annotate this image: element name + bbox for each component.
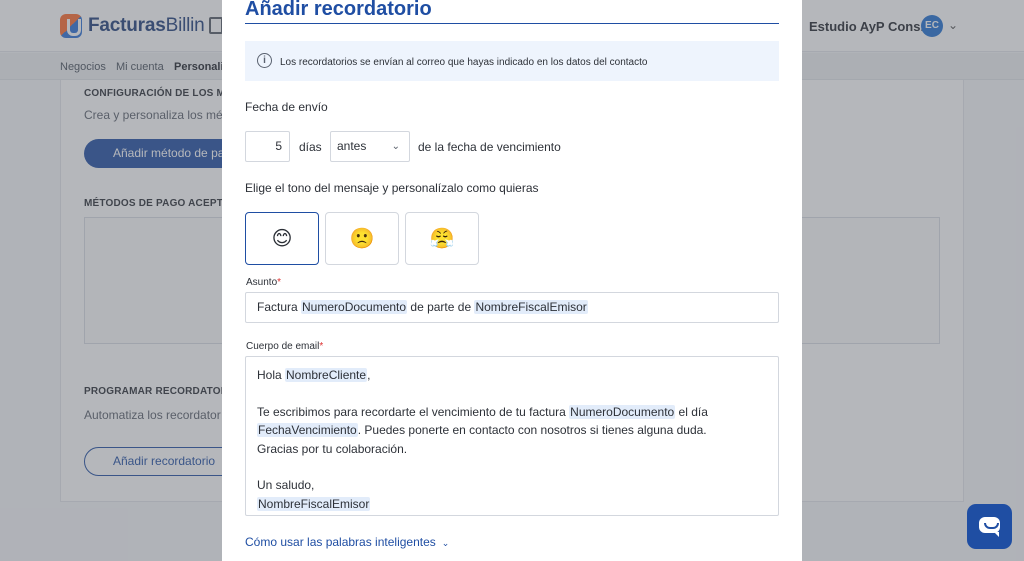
smart-word-token: NombreFiscalEmisor — [474, 300, 588, 314]
sad-face-icon: 🙁 — [349, 226, 375, 250]
tone-option-neutral[interactable]: 🙁 — [325, 212, 399, 265]
subject-input[interactable]: Factura NumeroDocumento de parte de Nomb… — [245, 292, 779, 323]
required-mark: * — [277, 277, 282, 288]
smart-word-token: FechaVencimiento — [257, 423, 358, 438]
angry-face-icon: 😤 — [429, 226, 455, 250]
send-date-label: Fecha de envío — [245, 100, 328, 114]
chevron-down-icon: ⌄ — [391, 141, 400, 152]
smart-word-token: NumeroDocumento — [301, 300, 408, 314]
tone-label: Elige el tono del mensaje y personalízal… — [245, 181, 539, 195]
timing-select[interactable]: antes ⌄ — [330, 131, 410, 162]
timing-select-value: antes — [337, 139, 367, 153]
smart-word-token: NombreCliente — [285, 368, 368, 382]
happy-face-icon: 😊 — [271, 226, 293, 250]
email-body-input[interactable]: Hola NombreCliente, Te escribimos para r… — [245, 356, 779, 516]
modal-title: Añadir recordatorio — [245, 0, 432, 20]
required-mark: * — [319, 341, 324, 352]
title-divider — [245, 23, 779, 24]
info-banner: i Los recordatorios se envían al correo … — [245, 41, 779, 81]
smart-words-help-link[interactable]: Cómo usar las palabras inteligentes ⌄ — [245, 535, 449, 549]
days-label: días — [299, 140, 322, 154]
tone-option-friendly[interactable]: 😊 — [245, 212, 319, 265]
due-date-label: de la fecha de vencimiento — [418, 140, 561, 154]
chevron-down-icon: ⌄ — [441, 538, 450, 548]
add-reminder-modal: Añadir recordatorio i Los recordatorios … — [222, 0, 802, 561]
info-icon: i — [257, 53, 272, 68]
subject-label: Asunto* — [246, 277, 282, 288]
chat-support-button[interactable] — [967, 504, 1012, 549]
chat-icon — [979, 517, 1000, 537]
smart-word-token: NombreFiscalEmisor — [257, 496, 371, 511]
info-text: Los recordatorios se envían al correo qu… — [280, 57, 648, 68]
body-label: Cuerpo de email* — [246, 341, 324, 352]
days-input[interactable]: 5 — [245, 131, 290, 162]
tone-option-firm[interactable]: 😤 — [405, 212, 479, 265]
smart-word-token: NumeroDocumento — [569, 404, 676, 419]
